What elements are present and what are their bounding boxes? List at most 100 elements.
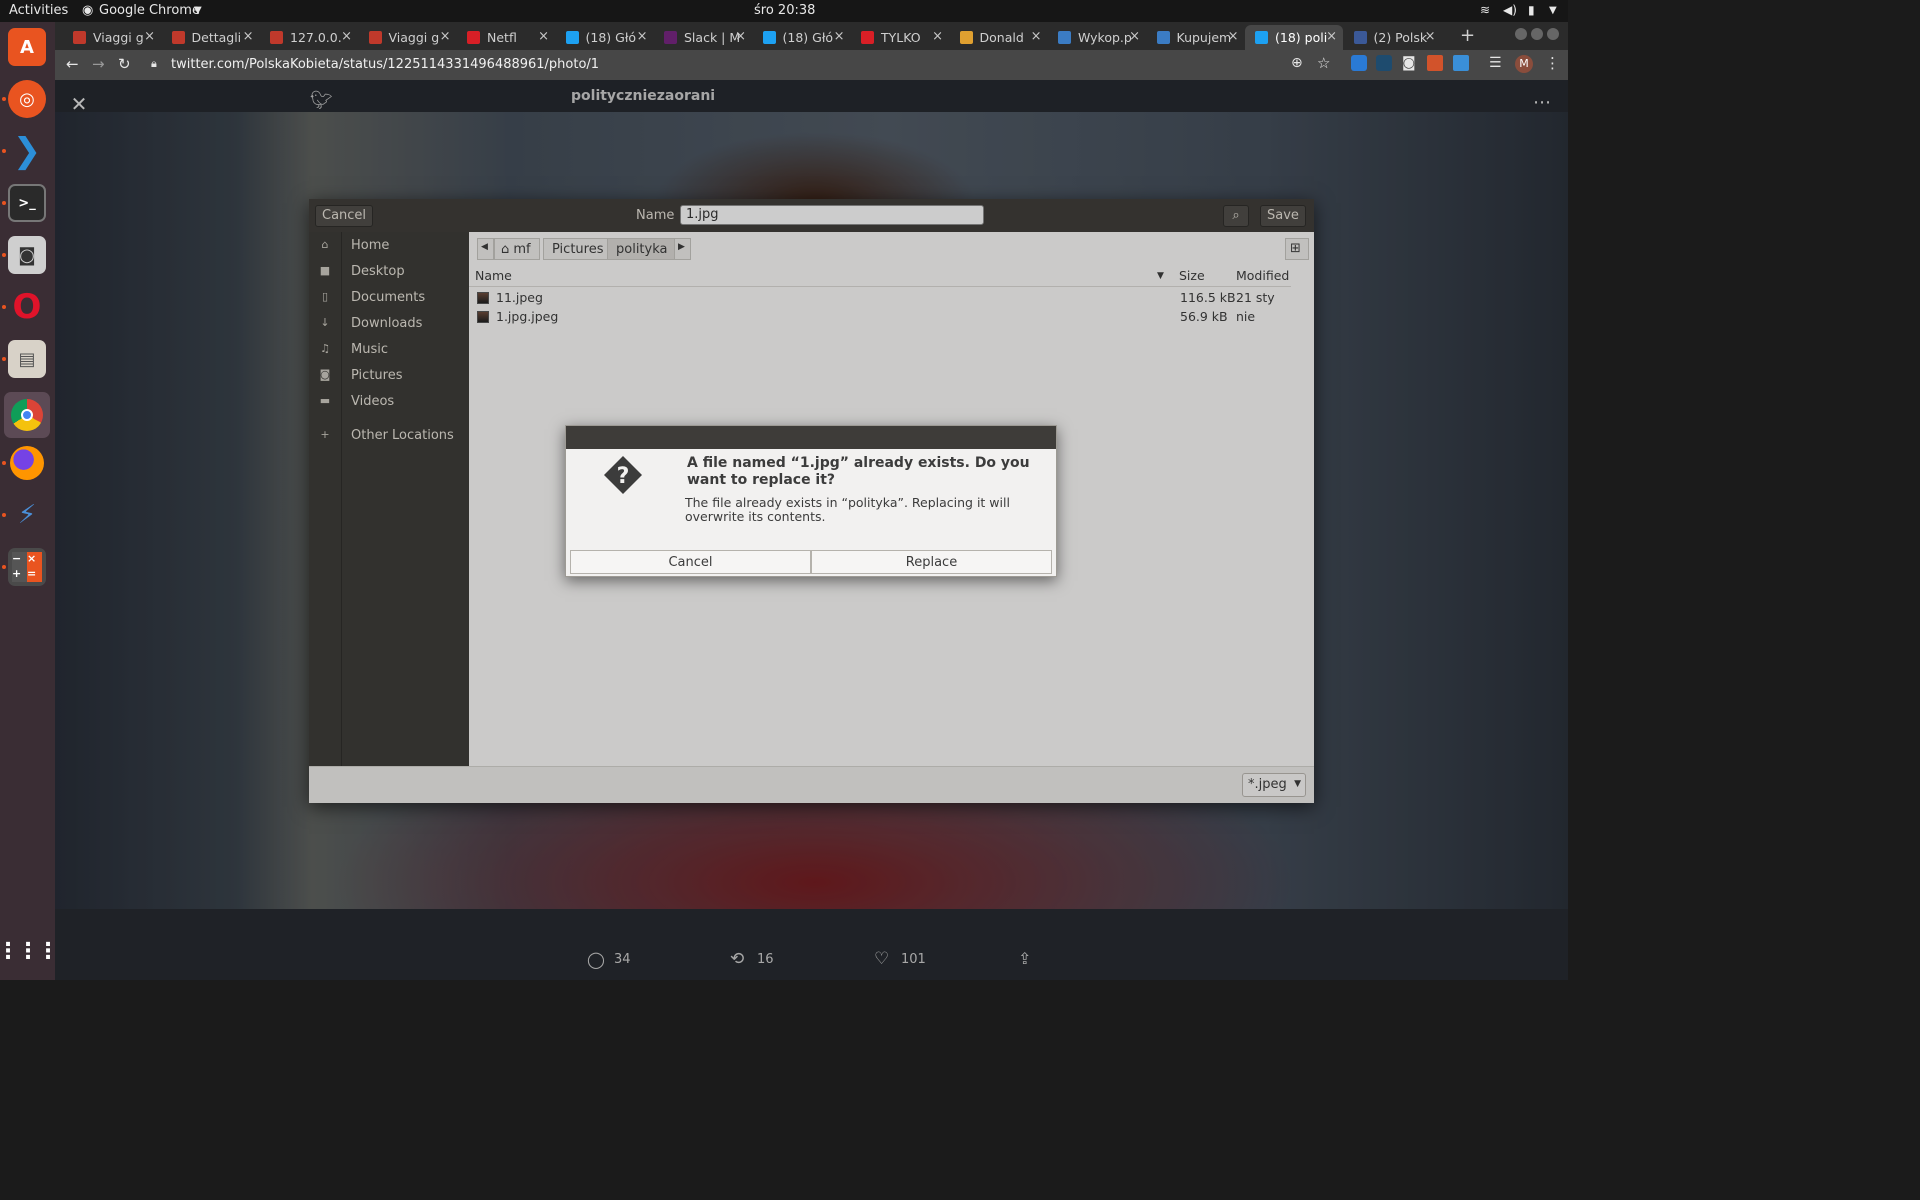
running-indicator bbox=[2, 565, 6, 569]
running-indicator bbox=[2, 201, 6, 205]
queue-icon[interactable]: ☰ bbox=[1489, 55, 1502, 71]
bookmark-star-icon[interactable]: ☆ bbox=[1317, 54, 1330, 72]
browser-tab[interactable]: TYLKO × bbox=[851, 25, 949, 50]
opera-icon[interactable]: O bbox=[8, 287, 46, 327]
confirm-cancel-button[interactable]: Cancel bbox=[570, 550, 811, 574]
extension-icon[interactable] bbox=[1351, 55, 1367, 71]
tab-favicon-icon bbox=[1156, 31, 1170, 44]
chrome-app-icon: ◉ bbox=[82, 3, 94, 18]
running-indicator bbox=[2, 253, 6, 257]
running-indicator bbox=[2, 97, 6, 101]
tab-favicon-icon bbox=[1353, 31, 1367, 44]
tab-favicon-icon bbox=[959, 31, 973, 44]
maximize-window-icon[interactable] bbox=[1531, 28, 1543, 40]
files-icon[interactable]: ▤ bbox=[8, 340, 46, 378]
camera-app-icon[interactable]: ◙ bbox=[8, 236, 46, 274]
tab-close-icon[interactable]: × bbox=[1425, 29, 1436, 44]
calculator-icon[interactable]: − × + = bbox=[8, 548, 46, 586]
tab-label: Dettagli bbox=[191, 30, 242, 45]
tab-label: Slack | M bbox=[684, 30, 741, 45]
clock[interactable]: śro 20:38 bbox=[754, 3, 815, 18]
tab-favicon-icon bbox=[1255, 31, 1268, 44]
app-menu[interactable]: Google Chrome bbox=[99, 3, 200, 18]
browser-tab[interactable]: 127.0.0. × bbox=[260, 25, 358, 50]
question-icon: ? bbox=[603, 455, 643, 495]
battery-icon[interactable]: ▮ bbox=[1528, 3, 1535, 17]
chrome-tab-strip: Viaggi g × Dettagli × 127.0.0. × Viaggi g × Netf… bbox=[55, 22, 1568, 50]
screenshot-icon[interactable]: ◙ bbox=[1402, 55, 1416, 71]
tab-favicon-icon bbox=[565, 31, 579, 44]
add-icon[interactable]: ⊕ bbox=[1291, 55, 1303, 71]
replace-confirmation-dialog: ? A file named “1.jpg” already exists. D… bbox=[565, 425, 1057, 577]
firefox-icon[interactable] bbox=[8, 444, 46, 482]
reload-icon[interactable]: ↻ bbox=[118, 55, 131, 73]
tab-close-icon[interactable]: × bbox=[144, 29, 155, 44]
show-apps-grid-icon[interactable]: ⋮⋮⋮ bbox=[0, 932, 59, 970]
remote-desktop-icon[interactable]: ⚡ bbox=[8, 496, 46, 534]
tab-close-icon[interactable]: × bbox=[1326, 29, 1337, 44]
browser-tab[interactable]: (2) Polsk × bbox=[1344, 25, 1442, 50]
browser-tab[interactable]: Viaggi g × bbox=[63, 25, 161, 50]
react-devtools-icon[interactable] bbox=[1376, 55, 1392, 71]
software-center-icon[interactable]: A bbox=[8, 28, 46, 66]
vscode-icon[interactable]: ❯ bbox=[8, 131, 46, 171]
ubuntu-icon[interactable]: ◎ bbox=[8, 80, 46, 118]
new-tab-button[interactable]: + bbox=[1460, 25, 1475, 46]
replace-button[interactable]: Replace bbox=[811, 550, 1052, 574]
browser-tab[interactable]: (18) Głó × bbox=[556, 25, 654, 50]
running-indicator bbox=[2, 149, 6, 153]
tab-close-icon[interactable]: × bbox=[637, 29, 648, 44]
tab-label: Wykop.p bbox=[1078, 30, 1132, 45]
forward-arrow-icon[interactable]: → bbox=[92, 55, 105, 73]
tab-close-icon[interactable]: × bbox=[932, 29, 943, 44]
back-arrow-icon[interactable]: ← bbox=[66, 55, 79, 73]
browser-tab[interactable]: Slack | M × bbox=[654, 25, 752, 50]
extension-blue-icon[interactable] bbox=[1453, 55, 1469, 71]
profile-avatar[interactable]: M bbox=[1515, 55, 1533, 73]
browser-tab[interactable]: Donald × bbox=[950, 25, 1048, 50]
tab-label: (2) Polsk bbox=[1373, 30, 1428, 45]
tab-close-icon[interactable]: × bbox=[243, 29, 254, 44]
browser-tab[interactable]: (18) Głó × bbox=[753, 25, 851, 50]
confirm-message: The file already exists in “polityka”. R… bbox=[685, 495, 1010, 524]
tab-close-icon[interactable]: × bbox=[341, 29, 352, 44]
activities-button[interactable]: Activities bbox=[9, 3, 68, 18]
gnome-top-bar: Activities ◉ Google Chrome ▼ śro 20:38 ≋… bbox=[0, 0, 1568, 22]
terminal-icon[interactable]: >_ bbox=[8, 184, 46, 222]
running-indicator bbox=[2, 513, 6, 517]
chrome-menu-icon[interactable]: ⋮ bbox=[1545, 54, 1560, 72]
browser-tab[interactable]: (18) poli × bbox=[1245, 25, 1343, 50]
address-bar[interactable]: twitter.com/PolskaKobieta/status/1225114… bbox=[171, 57, 599, 72]
tab-close-icon[interactable]: × bbox=[735, 29, 746, 44]
lock-icon[interactable]: 🔒︎ bbox=[151, 57, 157, 71]
svg-text:?: ? bbox=[617, 464, 630, 489]
browser-tab[interactable]: Viaggi g × bbox=[359, 25, 457, 50]
system-menu-chevron-icon[interactable]: ▼ bbox=[1549, 5, 1557, 16]
browser-tab[interactable]: Kupujem × bbox=[1147, 25, 1245, 50]
tab-close-icon[interactable]: × bbox=[1129, 29, 1140, 44]
tab-label: Donald bbox=[979, 30, 1024, 45]
wifi-icon[interactable]: ≋ bbox=[1480, 3, 1490, 17]
tab-label: Netfl bbox=[487, 30, 517, 45]
close-window-icon[interactable] bbox=[1547, 28, 1559, 40]
tab-favicon-icon bbox=[762, 31, 776, 44]
chevron-down-icon[interactable]: ▼ bbox=[194, 5, 202, 16]
chrome-dock-icon[interactable] bbox=[4, 392, 50, 438]
ubuntu-dock: A ◎ ❯ >_ ◙ O ▤ ⚡ − × + = ⋮⋮⋮ bbox=[0, 22, 59, 980]
running-indicator bbox=[2, 357, 6, 361]
browser-tab[interactable]: Dettagli × bbox=[162, 25, 260, 50]
extension-off-icon[interactable] bbox=[1427, 55, 1443, 71]
tab-close-icon[interactable]: × bbox=[1031, 29, 1042, 44]
tab-favicon-icon bbox=[171, 31, 185, 44]
browser-tab[interactable]: Wykop.p × bbox=[1048, 25, 1146, 50]
tab-close-icon[interactable]: × bbox=[834, 29, 845, 44]
volume-icon[interactable]: ◀) bbox=[1503, 3, 1517, 17]
tab-close-icon[interactable]: × bbox=[538, 29, 549, 44]
tab-favicon-icon bbox=[1058, 31, 1071, 44]
browser-tab[interactable]: Netfl × bbox=[457, 25, 555, 50]
tab-favicon-icon bbox=[861, 31, 874, 44]
tab-close-icon[interactable]: × bbox=[440, 29, 451, 44]
tab-close-icon[interactable]: × bbox=[1228, 29, 1239, 44]
tab-favicon-icon bbox=[467, 31, 480, 44]
minimize-window-icon[interactable] bbox=[1515, 28, 1527, 40]
